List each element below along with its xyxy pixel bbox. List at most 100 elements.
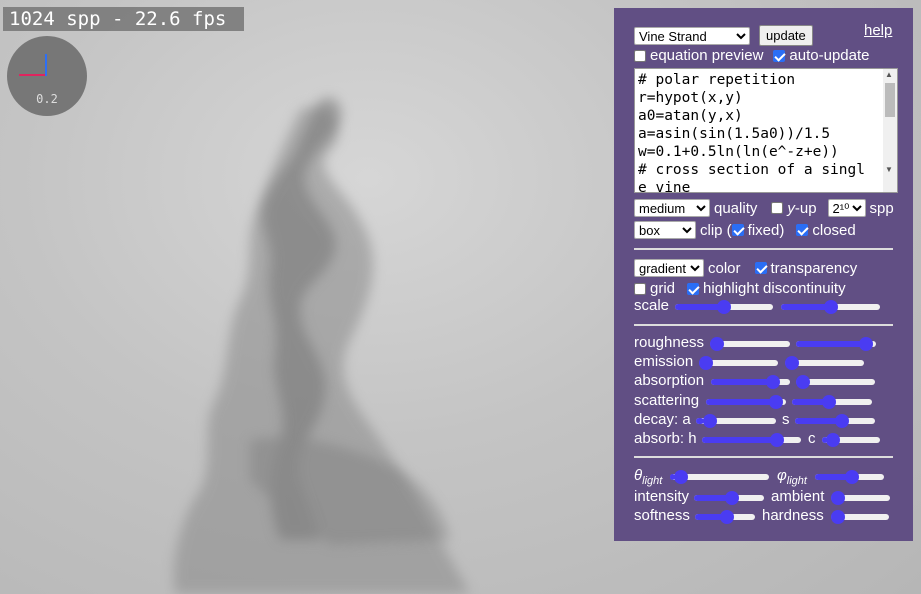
color-label: color — [708, 259, 741, 277]
slider-thumb[interactable] — [768, 395, 783, 409]
absorb-c-label: c — [808, 430, 816, 447]
softness-label: softness — [634, 507, 690, 524]
intensity-slider[interactable] — [694, 490, 764, 506]
closed-checkbox[interactable] — [796, 224, 809, 236]
editor-scrollbar[interactable]: ▲ ▼ — [883, 69, 897, 192]
fps-readout: 1024 spp - 22.6 fps — [3, 7, 244, 31]
roughness-label: roughness — [634, 334, 705, 351]
quality-label: quality — [714, 199, 758, 217]
control-panel: Vine Strand update help equation preview… — [614, 8, 913, 541]
auto-update-checkbox[interactable] — [773, 49, 786, 62]
clip-label: clip ( — [700, 221, 732, 239]
preview-row: equation preview auto-update — [634, 47, 870, 64]
axes-scale-label: 0.2 — [36, 92, 58, 106]
absorb-slider-c[interactable] — [822, 432, 880, 448]
transparency-label: transparency — [770, 259, 858, 277]
scattering-slider-2[interactable] — [792, 394, 872, 410]
closed-label: closed — [812, 221, 856, 239]
emission-label: emission — [634, 353, 694, 370]
slider-thumb[interactable] — [716, 300, 731, 314]
slider-thumb[interactable] — [826, 433, 841, 447]
grid-label: grid — [650, 280, 676, 297]
color-select[interactable]: gradient — [634, 259, 704, 277]
phi-light-slider[interactable] — [815, 469, 884, 485]
scroll-up-icon[interactable]: ▲ — [885, 70, 893, 79]
decay-label: decay: a — [634, 411, 691, 428]
quality-select[interactable]: medium — [634, 199, 710, 217]
absorption-label: absorption — [634, 372, 705, 389]
fixed-checkbox[interactable] — [731, 224, 744, 236]
preset-select[interactable]: Vine Strand — [634, 26, 750, 45]
y-up-label: y-up — [787, 199, 817, 217]
softness-slider[interactable] — [695, 509, 755, 525]
spp-label: spp — [869, 199, 894, 217]
slider-thumb[interactable] — [702, 414, 717, 428]
decay-slider-s[interactable] — [795, 413, 875, 429]
intensity-label: intensity — [634, 488, 690, 505]
ambient-slider[interactable] — [831, 490, 890, 506]
fixed-label: fixed — [747, 221, 780, 239]
slider-thumb[interactable] — [845, 470, 860, 484]
y-up-checkbox[interactable] — [771, 202, 784, 214]
quality-row: medium quality y-up 2¹⁰ spp — [634, 199, 894, 217]
divider — [634, 456, 893, 458]
scale-slider-1[interactable] — [675, 299, 773, 315]
equation-editor[interactable]: # polar repetition r=hypot(x,y) a0=atan(… — [634, 68, 898, 193]
slider-thumb[interactable] — [720, 510, 735, 524]
ambient-label: ambient — [771, 488, 825, 505]
roughness-slider-2[interactable] — [796, 336, 876, 352]
highlight-discontinuity-checkbox[interactable] — [687, 282, 700, 295]
absorption-slider-2[interactable] — [796, 374, 875, 390]
scale-slider-2[interactable] — [781, 299, 880, 315]
slider-thumb[interactable] — [724, 491, 739, 505]
slider-thumb[interactable] — [766, 375, 781, 389]
absorb-label: absorb: h — [634, 430, 697, 447]
grid-row: grid highlight discontinuity — [634, 280, 846, 297]
slider-thumb[interactable] — [831, 510, 845, 524]
emission-slider-2[interactable] — [785, 355, 864, 371]
scrollbar-thumb[interactable] — [885, 83, 895, 117]
highlight-discontinuity-label: highlight discontinuity — [703, 280, 846, 297]
orientation-gizmo[interactable]: 0.2 — [7, 36, 87, 116]
absorb-slider-h[interactable] — [702, 432, 801, 448]
slider-thumb[interactable] — [674, 470, 689, 484]
phi-light-label: φlight — [777, 467, 807, 487]
slider-thumb[interactable] — [823, 300, 838, 314]
update-button[interactable]: update — [759, 25, 813, 46]
preset-row: Vine Strand update — [634, 25, 813, 46]
equation-preview-label: equation preview — [650, 47, 764, 64]
clip-row: box clip ( fixed ) closed — [634, 221, 856, 239]
hardness-label: hardness — [762, 507, 824, 524]
scattering-slider-1[interactable] — [706, 394, 786, 410]
help-link[interactable]: help — [864, 22, 892, 39]
slider-thumb[interactable] — [834, 414, 849, 428]
divider — [634, 324, 893, 326]
equation-code[interactable]: # polar repetition r=hypot(x,y) a0=atan(… — [635, 69, 883, 192]
scroll-down-icon[interactable]: ▼ — [885, 165, 893, 174]
slider-thumb[interactable] — [796, 375, 810, 389]
clip-select[interactable]: box — [634, 221, 696, 239]
transparency-checkbox[interactable] — [754, 262, 767, 274]
absorption-slider-1[interactable] — [711, 374, 790, 390]
decay-s-label: s — [782, 411, 790, 428]
spp-select[interactable]: 2¹⁰ — [827, 199, 866, 217]
color-row: gradient color transparency — [634, 259, 857, 277]
roughness-slider-1[interactable] — [710, 336, 790, 352]
slider-thumb[interactable] — [821, 395, 836, 409]
slider-thumb[interactable] — [699, 356, 713, 370]
scattering-label: scattering — [634, 392, 700, 409]
theta-light-slider[interactable] — [670, 469, 769, 485]
decay-slider-a[interactable] — [696, 413, 776, 429]
scale-label: scale — [634, 297, 670, 314]
divider — [634, 248, 893, 250]
emission-slider-1[interactable] — [699, 355, 778, 371]
slider-thumb[interactable] — [858, 337, 873, 351]
grid-checkbox[interactable] — [634, 282, 646, 295]
hardness-slider[interactable] — [831, 509, 889, 525]
slider-thumb[interactable] — [710, 337, 724, 351]
theta-light-label: θlight — [634, 467, 663, 487]
slider-thumb[interactable] — [785, 356, 799, 370]
equation-preview-checkbox[interactable] — [634, 49, 646, 62]
slider-thumb[interactable] — [831, 491, 845, 505]
slider-thumb[interactable] — [770, 433, 785, 447]
